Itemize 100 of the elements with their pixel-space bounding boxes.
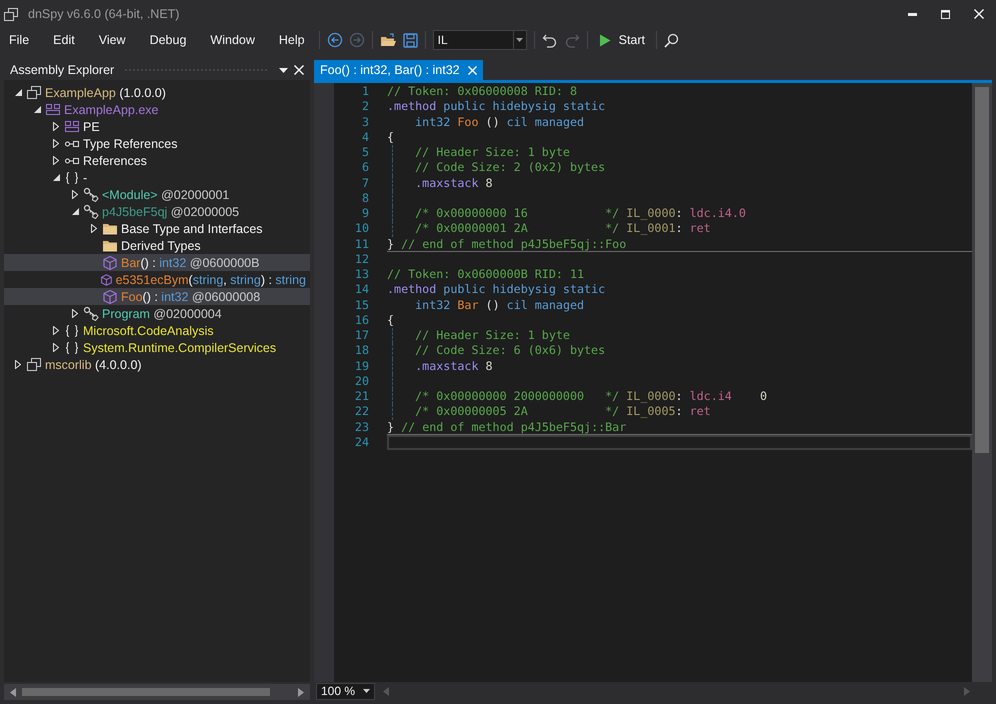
tree-item[interactable]: Bar() : int32 @0600000B — [4, 254, 310, 271]
zoom-dropdown[interactable]: 100 % — [316, 682, 376, 700]
line-number: 2 — [360, 99, 369, 114]
module-icon — [45, 102, 61, 118]
menu-item[interactable]: Edit — [46, 30, 82, 50]
code-line: // Header Size: 1 byte — [387, 328, 972, 344]
code-line: int32 Bar () cil managed — [414, 298, 586, 313]
undo-icon[interactable] — [542, 32, 558, 48]
line-number: 3 — [360, 114, 369, 130]
line-number: 14 — [354, 282, 369, 298]
expanded-arrow-icon[interactable] — [34, 106, 40, 113]
collapsed-arrow-icon[interactable] — [53, 156, 59, 165]
minimize-icon[interactable] — [908, 12, 917, 16]
code-line: } // end of method p4J5beF5qj::Foo — [387, 236, 972, 252]
expanded-arrow-icon[interactable] — [72, 208, 78, 215]
tree-item[interactable]: References — [4, 152, 310, 169]
method-icon — [100, 272, 113, 288]
tree-item[interactable]: ExampleApp (1.0.0.0) — [4, 84, 310, 101]
start-button[interactable]: Start — [594, 31, 650, 49]
tree-item-label: Bar() : int32 @0600000B — [121, 256, 260, 270]
code-line: // Token: 0x06000008 RID: 8 — [387, 84, 578, 100]
module-icon — [64, 118, 80, 134]
tree-item[interactable]: Foo() : int32 @06000008 — [4, 288, 310, 305]
tree-item[interactable]: e5351ecBym(string, string) : string — [4, 271, 310, 288]
tree-item[interactable]: <Module> @02000001 — [4, 186, 310, 203]
line-number: 5 — [360, 145, 369, 160]
line-number: 4 — [360, 130, 369, 145]
collapsed-arrow-icon[interactable] — [53, 122, 59, 131]
tree-item-label: Foo() : int32 @06000008 — [121, 290, 262, 304]
scroll-left-icon[interactable] — [10, 688, 16, 696]
collapsed-arrow-icon[interactable] — [72, 309, 78, 318]
line-number: 6 — [360, 160, 369, 176]
assembly-icon — [26, 356, 42, 372]
tree-item-label: ExampleApp (1.0.0.0) — [45, 86, 167, 100]
class-icon — [83, 306, 99, 322]
maximize-icon[interactable] — [941, 10, 950, 18]
tree-item-label: mscorlib (4.0.0.0) — [45, 358, 143, 372]
tree-item[interactable]: Base Type and Interfaces — [4, 220, 310, 237]
tree-item[interactable]: System.Runtime.CompilerServices — [4, 339, 310, 356]
tree-item[interactable]: Derived Types — [4, 237, 310, 254]
tree-item-label: e5351ecBym(string, string) : string — [116, 272, 307, 286]
code-line: /* 0x00000001 2A */ IL_0001: ret — [387, 221, 972, 236]
menu-item[interactable]: File — [2, 30, 36, 50]
tree-item-label: References — [83, 154, 148, 168]
tree-item-label: System.Runtime.CompilerServices — [83, 340, 278, 354]
back-icon[interactable] — [326, 32, 343, 48]
vertical-scrollbar[interactable] — [972, 83, 992, 682]
collapsed-arrow-icon[interactable] — [53, 326, 59, 335]
code-line: // Code Size: 2 (0x2) bytes — [387, 160, 972, 176]
close-icon[interactable] — [974, 9, 984, 19]
horizontal-scrollbar[interactable] — [4, 684, 310, 700]
caret-icon[interactable] — [516, 38, 524, 42]
method-icon — [102, 254, 118, 270]
tree-item[interactable]: Program @02000004 — [4, 305, 310, 322]
tree-item[interactable]: Type References — [4, 135, 310, 152]
open-folder-icon[interactable] — [380, 32, 397, 48]
tree-item[interactable]: PE — [4, 118, 310, 135]
scroll-right-icon[interactable] — [298, 688, 304, 696]
dropdown-icon[interactable] — [279, 68, 288, 72]
close-icon[interactable] — [294, 65, 304, 75]
line-number: 20 — [354, 374, 369, 389]
line-number: 12 — [354, 252, 369, 267]
tree-item[interactable]: mscorlib (4.0.0.0) — [4, 356, 310, 373]
collapsed-arrow-icon[interactable] — [72, 190, 78, 199]
class-icon — [83, 204, 99, 220]
tree-item[interactable]: ExampleApp.exe — [4, 101, 310, 118]
method-icon — [102, 288, 118, 304]
search-icon[interactable] — [664, 32, 680, 48]
code-line: // Header Size: 1 byte — [387, 145, 972, 160]
collapsed-arrow-icon[interactable] — [53, 343, 59, 352]
window-title: dnSpy v6.6.0 (64-bit, .NET) — [28, 7, 180, 21]
tree-item-label: p4J5beF5qj @02000005 — [102, 204, 240, 218]
tree-item-label: Base Type and Interfaces — [121, 222, 264, 236]
menu-item[interactable]: View — [92, 30, 133, 50]
tree-item-label: Derived Types — [121, 238, 202, 252]
expanded-arrow-icon[interactable] — [14, 89, 22, 96]
namespace-icon — [64, 170, 80, 186]
language-dropdown[interactable]: IL — [432, 30, 527, 50]
tree-item-label: Program @02000004 — [102, 306, 223, 320]
expanded-arrow-icon[interactable] — [52, 174, 60, 181]
menu-item[interactable]: Debug — [142, 30, 194, 50]
caret-icon[interactable] — [363, 689, 370, 693]
code-line: /* 0x00000000 16 */ IL_0000: ldc.i4.0 — [387, 206, 972, 222]
collapsed-arrow-icon[interactable] — [15, 360, 21, 369]
document-tab[interactable]: Foo() : int32, Bar() : int32 — [314, 60, 483, 80]
save-icon[interactable] — [402, 32, 418, 48]
tree-item[interactable]: Microsoft.CodeAnalysis — [4, 322, 310, 339]
code-line: /* 0x00000005 2A */ IL_0005: ret — [387, 404, 972, 420]
line-number: 16 — [354, 312, 369, 328]
panel-title: Assembly Explorer — [10, 63, 114, 77]
line-number: 18 — [354, 343, 369, 358]
tree-item[interactable]: p4J5beF5qj @02000005 — [4, 203, 310, 220]
collapsed-arrow-icon[interactable] — [53, 139, 59, 148]
collapsed-arrow-icon[interactable] — [91, 224, 97, 233]
tree-item-label: - — [83, 170, 88, 184]
code-line: .maxstack 8 — [387, 176, 972, 191]
tree-item[interactable]: - — [4, 169, 310, 186]
line-number: 7 — [360, 176, 369, 191]
menu-item[interactable]: Help — [272, 30, 312, 50]
menu-item[interactable]: Window — [203, 30, 262, 50]
